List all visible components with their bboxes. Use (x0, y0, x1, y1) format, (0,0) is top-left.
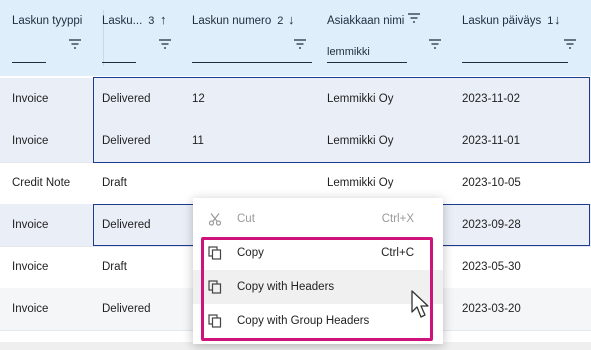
column-header-customer-name[interactable]: Asiakkaan nimi lemmikki (327, 0, 447, 76)
filter-icon[interactable] (68, 38, 82, 50)
table-cell[interactable]: Draft (102, 162, 127, 204)
filter-input-value[interactable]: lemmikki (327, 46, 370, 58)
sort-ascending-icon[interactable]: ↑ (160, 12, 167, 27)
table-cell[interactable]: Draft (102, 246, 127, 288)
table-cell[interactable]: Delivered (102, 288, 151, 330)
filter-input[interactable] (192, 62, 312, 63)
table-cell[interactable]: Invoice (12, 78, 48, 120)
table-cell[interactable]: Credit Note (12, 162, 70, 204)
menu-item-cut[interactable]: Cut Ctrl+X (193, 202, 443, 236)
filter-input[interactable] (462, 62, 568, 63)
sort-descending-icon[interactable]: ↓ (288, 12, 295, 27)
column-title: Lasku... (102, 15, 143, 27)
column-title: Laskun päiväys (462, 15, 542, 27)
filter-icon[interactable] (293, 38, 307, 50)
filter-icon[interactable] (563, 38, 577, 50)
table-cell[interactable]: 2023-03-20 (462, 288, 521, 330)
filter-input[interactable] (12, 62, 46, 63)
filter-icon[interactable] (428, 38, 442, 50)
cell-range-selection (93, 77, 590, 163)
menu-item-label: Cut (237, 213, 255, 225)
scissors-icon (208, 213, 222, 226)
table-cell[interactable]: Invoice (12, 204, 48, 246)
table-cell[interactable]: Invoice (12, 246, 48, 288)
sort-descending-icon[interactable]: ↓ (554, 12, 561, 27)
sort-order-badge: 1 (547, 15, 554, 27)
filter-input[interactable] (327, 62, 407, 63)
annotation-highlight-box (201, 237, 433, 341)
column-header-invoice-status[interactable]: Lasku... 3 ↑ (102, 0, 182, 76)
filter-icon[interactable] (158, 38, 172, 50)
column-header-invoice-type[interactable]: Laskun tyyppi (12, 0, 104, 76)
sort-order-badge: 2 (277, 15, 284, 27)
table-cell[interactable]: 2023-10-05 (462, 162, 521, 204)
table-cell[interactable]: Invoice (12, 120, 48, 162)
table-cell[interactable]: Invoice (12, 288, 48, 330)
table-cell[interactable]: 2023-05-30 (462, 246, 521, 288)
column-header-invoice-number[interactable]: Laskun numero 2 ↓ (192, 0, 312, 76)
grid-header: Laskun tyyppi Lasku... 3 ↑ Laskun numero 2… (0, 0, 591, 76)
sort-order-badge: 3 (148, 15, 155, 27)
column-header-invoice-date[interactable]: Laskun päiväys 1 ↓ (462, 0, 582, 76)
menu-item-shortcut: Ctrl+X (381, 213, 414, 225)
mouse-pointer-icon (411, 290, 429, 318)
column-title: Asiakkaan nimi (327, 15, 405, 27)
filter-active-icon[interactable] (407, 12, 421, 24)
column-title: Laskun tyyppi (12, 15, 83, 27)
column-title: Laskun numero (192, 15, 272, 27)
filter-input[interactable] (102, 62, 136, 63)
